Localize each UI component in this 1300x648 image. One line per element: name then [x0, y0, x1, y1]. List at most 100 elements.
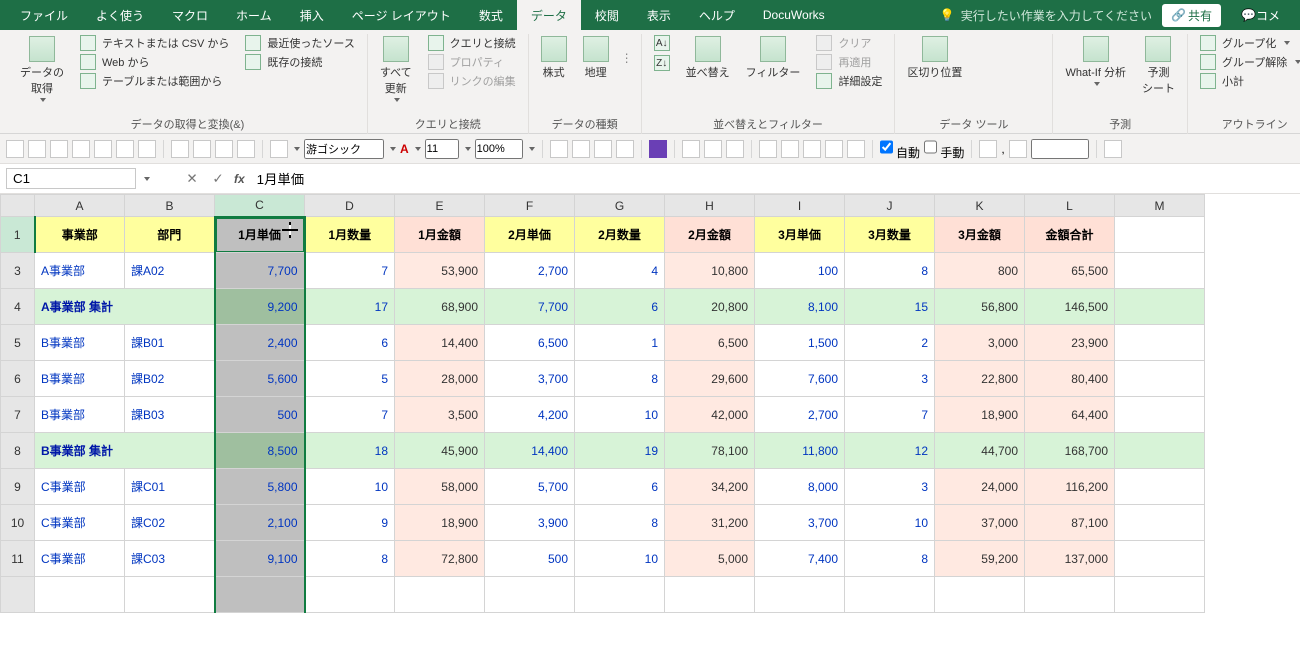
header-cell[interactable]: 1月単価: [215, 217, 305, 253]
cell[interactable]: 8: [305, 541, 395, 577]
group-button[interactable]: グループ化: [1196, 34, 1300, 52]
qat-icon[interactable]: [825, 140, 843, 158]
cell[interactable]: 11,800: [755, 433, 845, 469]
header-cell[interactable]: 3月単価: [755, 217, 845, 253]
advanced-filter-button[interactable]: 詳細設定: [812, 72, 886, 90]
cell[interactable]: 10: [575, 397, 665, 433]
cell[interactable]: 2,400: [215, 325, 305, 361]
cell[interactable]: 20,800: [665, 289, 755, 325]
header-cell[interactable]: 1月金額: [395, 217, 485, 253]
cancel-button[interactable]: ✕: [182, 169, 202, 189]
calc-manual-toggle[interactable]: 手動: [924, 137, 964, 161]
cell[interactable]: 7: [305, 253, 395, 289]
cell[interactable]: 29,600: [665, 361, 755, 397]
borders-icon[interactable]: [237, 140, 255, 158]
qat-icon[interactable]: [6, 140, 24, 158]
cell[interactable]: 7: [305, 397, 395, 433]
qat-icon[interactable]: [682, 140, 700, 158]
cell[interactable]: B事業部: [35, 397, 125, 433]
properties-button[interactable]: プロパティ: [424, 53, 520, 71]
qat-icon[interactable]: [193, 140, 211, 158]
cell[interactable]: 17: [305, 289, 395, 325]
header-cell[interactable]: 2月金額: [665, 217, 755, 253]
cell[interactable]: 6: [305, 325, 395, 361]
cell[interactable]: 2,700: [755, 397, 845, 433]
cell[interactable]: 7: [845, 397, 935, 433]
cell[interactable]: 44,700: [935, 433, 1025, 469]
cell[interactable]: 56,800: [935, 289, 1025, 325]
cell[interactable]: [1025, 577, 1115, 613]
qat-icon[interactable]: [616, 140, 634, 158]
cell[interactable]: 8,500: [215, 433, 305, 469]
cell[interactable]: 500: [485, 541, 575, 577]
cell[interactable]: 8,000: [755, 469, 845, 505]
cell[interactable]: 24,000: [935, 469, 1025, 505]
cell[interactable]: [575, 577, 665, 613]
cell[interactable]: 800: [935, 253, 1025, 289]
font-size-combo[interactable]: [425, 139, 459, 159]
header-cell[interactable]: 3月金額: [935, 217, 1025, 253]
cell[interactable]: 6,500: [485, 325, 575, 361]
cell[interactable]: 7,600: [755, 361, 845, 397]
text-to-columns-button[interactable]: 区切り位置: [903, 34, 966, 82]
cell[interactable]: 5,000: [665, 541, 755, 577]
cell[interactable]: [1115, 361, 1205, 397]
enter-button[interactable]: ✓: [208, 169, 228, 189]
cell[interactable]: [125, 433, 215, 469]
cell[interactable]: 課A02: [125, 253, 215, 289]
cell[interactable]: [125, 577, 215, 613]
forecast-sheet-button[interactable]: 予測 シート: [1138, 34, 1179, 98]
cell[interactable]: 8,100: [755, 289, 845, 325]
tab-data[interactable]: データ: [517, 0, 581, 30]
from-table-range-button[interactable]: テーブルまたは範囲から: [76, 72, 233, 90]
cell[interactable]: 34,200: [665, 469, 755, 505]
header-cell[interactable]: 2月単価: [485, 217, 575, 253]
qat-name-box[interactable]: [1031, 139, 1089, 159]
qat-icon[interactable]: [1009, 140, 1027, 158]
cell[interactable]: [215, 577, 305, 613]
cell[interactable]: 18: [305, 433, 395, 469]
from-web-button[interactable]: Web から: [76, 53, 233, 71]
cell[interactable]: 14,400: [485, 433, 575, 469]
col-header-E[interactable]: E: [395, 195, 485, 217]
qat-icon[interactable]: [28, 140, 46, 158]
cell[interactable]: 31,200: [665, 505, 755, 541]
tab-view[interactable]: 表示: [633, 0, 685, 30]
cell[interactable]: C事業部: [35, 505, 125, 541]
geography-button[interactable]: 地理: [579, 34, 613, 82]
font-color-icon[interactable]: A: [400, 142, 409, 156]
queries-connections-button[interactable]: クエリと接続: [424, 34, 520, 52]
cell[interactable]: [35, 577, 125, 613]
sort-dialog-button[interactable]: 並べ替え: [682, 34, 734, 82]
cell[interactable]: 59,200: [935, 541, 1025, 577]
qat-icon[interactable]: [847, 140, 865, 158]
cell[interactable]: 8: [845, 253, 935, 289]
col-header-G[interactable]: G: [575, 195, 665, 217]
cell[interactable]: 15: [845, 289, 935, 325]
cell[interactable]: 5,800: [215, 469, 305, 505]
qat-icon[interactable]: [94, 140, 112, 158]
cell[interactable]: A事業部: [35, 253, 125, 289]
qat-icon[interactable]: [72, 140, 90, 158]
cell[interactable]: 課B01: [125, 325, 215, 361]
header-cell[interactable]: 部門: [125, 217, 215, 253]
comments-button[interactable]: 💬 コメ: [1227, 0, 1294, 30]
formula-input[interactable]: [251, 169, 1294, 188]
cell[interactable]: [1115, 469, 1205, 505]
cell[interactable]: [1115, 253, 1205, 289]
cell[interactable]: 3,900: [485, 505, 575, 541]
cell[interactable]: 3,700: [485, 361, 575, 397]
cell[interactable]: 7,700: [485, 289, 575, 325]
qat-icon[interactable]: [1104, 140, 1122, 158]
cell[interactable]: 22,800: [935, 361, 1025, 397]
cell[interactable]: [395, 577, 485, 613]
cell[interactable]: C事業部: [35, 469, 125, 505]
tab-review[interactable]: 校閲: [581, 0, 633, 30]
tab-docuworks[interactable]: DocuWorks: [749, 0, 839, 30]
cell[interactable]: B事業部: [35, 325, 125, 361]
cell[interactable]: 64,400: [1025, 397, 1115, 433]
row-header[interactable]: 3: [1, 253, 35, 289]
cell[interactable]: [935, 577, 1025, 613]
cell[interactable]: 9,200: [215, 289, 305, 325]
row-header[interactable]: 1: [1, 217, 35, 253]
